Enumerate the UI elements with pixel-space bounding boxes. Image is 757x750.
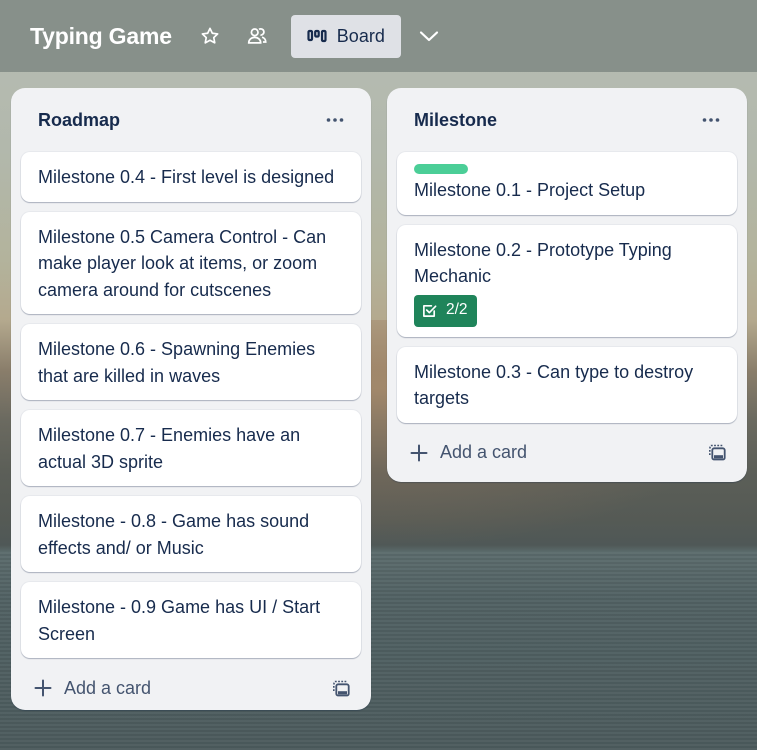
list-actions-button[interactable] <box>323 108 347 132</box>
card-template-icon <box>333 680 350 696</box>
list-footer: Add a card <box>397 433 737 473</box>
board-view-button[interactable]: Board <box>290 14 401 58</box>
checkbox-checked-icon <box>423 304 437 317</box>
star-icon <box>201 27 219 44</box>
board-view-label: Board <box>336 25 385 46</box>
card[interactable]: Milestone 0.4 - First level is designed <box>21 152 361 202</box>
card[interactable]: Milestone 0.7 - Enemies have an actual 3… <box>21 410 361 486</box>
card-title: Milestone - 0.8 - Game has sound effects… <box>38 511 310 558</box>
plus-icon <box>34 679 52 697</box>
add-card-label: Add a card <box>440 442 528 462</box>
more-icon <box>702 118 720 122</box>
more-icon <box>326 118 344 122</box>
checklist-badge: 2/2 <box>414 294 477 327</box>
card[interactable]: Milestone - 0.9 Game has UI / Start Scre… <box>21 582 361 658</box>
members-icon <box>247 28 267 44</box>
list-milestone: Milestone Milestone 0.1 - Project Setup … <box>387 88 747 482</box>
list-title[interactable]: Roadmap <box>38 110 120 131</box>
list-title[interactable]: Milestone <box>414 110 497 131</box>
card-template-icon <box>709 444 726 461</box>
add-card-label: Add a card <box>64 677 152 698</box>
list-footer: Add a card <box>21 668 361 708</box>
add-card-button[interactable]: Add a card <box>34 678 151 699</box>
board-header: Typing Game Board <box>0 0 757 72</box>
view-switcher-dropdown[interactable] <box>413 20 445 52</box>
checklist-count: 2/2 <box>446 301 468 319</box>
create-from-template-button[interactable] <box>705 441 729 465</box>
card-label-green[interactable] <box>414 164 468 174</box>
card-title: Milestone 0.2 - Prototype Typing Mechani… <box>414 239 672 287</box>
visibility-button[interactable] <box>241 20 273 52</box>
list-header: Milestone <box>397 88 737 152</box>
list-header: Roadmap <box>21 88 361 152</box>
card[interactable]: Milestone 0.3 - Can type to destroy targ… <box>397 346 737 423</box>
card-title: Milestone 0.1 - Project Setup <box>414 180 646 200</box>
create-from-template-button[interactable] <box>329 676 353 700</box>
card-title: Milestone 0.6 - Spawning Enemies that ar… <box>38 339 316 386</box>
add-card-button[interactable]: Add a card <box>410 442 527 463</box>
card-title: Milestone 0.7 - Enemies have an actual 3… <box>38 425 301 472</box>
list-actions-button[interactable] <box>699 108 723 132</box>
card[interactable]: Milestone 0.5 Camera Control - Can make … <box>21 211 361 314</box>
card[interactable]: Milestone 0.1 - Project Setup <box>397 152 737 215</box>
card[interactable]: Milestone 0.6 - Spawning Enemies that ar… <box>21 324 361 400</box>
card[interactable]: Milestone - 0.8 - Game has sound effects… <box>21 496 361 572</box>
chevron-down-icon <box>419 31 438 42</box>
card-title: Milestone 0.4 - First level is designed <box>38 167 335 187</box>
card[interactable]: Milestone 0.2 - Prototype Typing Mechani… <box>397 224 737 337</box>
star-button[interactable] <box>194 20 226 52</box>
plus-icon <box>410 444 428 461</box>
list-roadmap: Roadmap Milestone 0.4 - First level is d… <box>11 88 371 710</box>
card-title: Milestone - 0.9 Game has UI / Start Scre… <box>38 597 321 644</box>
board-title[interactable]: Typing Game <box>30 23 172 50</box>
card-title: Milestone 0.5 Camera Control - Can make … <box>38 226 327 300</box>
board-view-icon <box>307 29 327 43</box>
card-title: Milestone 0.3 - Can type to destroy targ… <box>414 361 694 409</box>
